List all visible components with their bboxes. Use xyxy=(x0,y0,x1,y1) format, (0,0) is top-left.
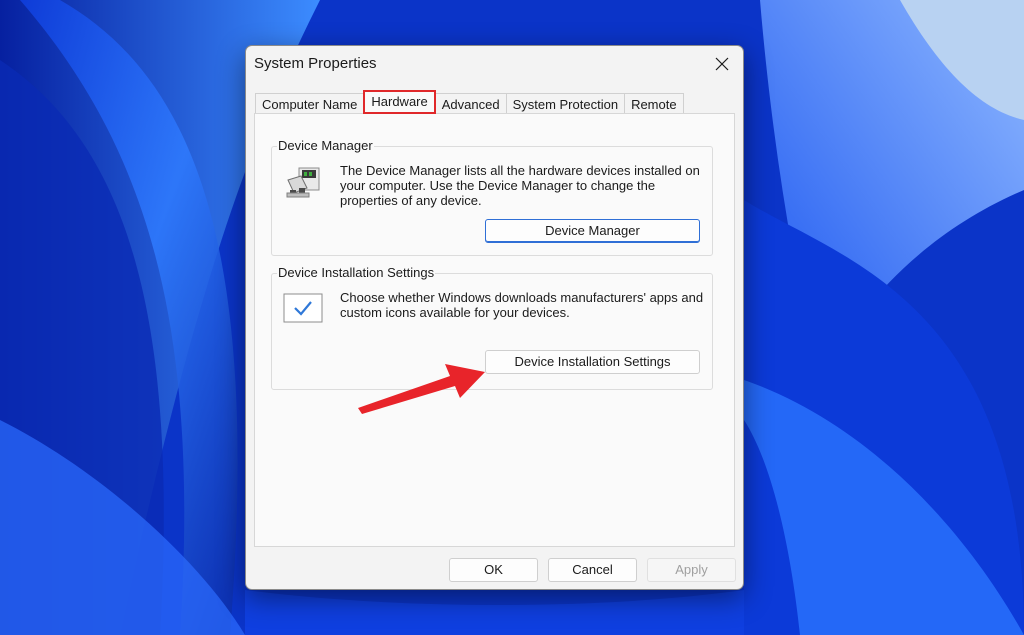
checkmark-icon xyxy=(283,293,323,323)
tab-strip: Computer Name Hardware Advanced System P… xyxy=(255,90,684,114)
device-manager-group: Device Manager The Device Manager lists … xyxy=(271,138,713,256)
dialog-title: System Properties xyxy=(254,55,377,72)
device-installation-group-label: Device Installation Settings xyxy=(277,265,436,280)
close-icon xyxy=(715,57,729,71)
device-manager-button[interactable]: Device Manager xyxy=(485,219,700,243)
hardware-tab-panel: Device Manager The Device Manager lists … xyxy=(254,113,735,547)
device-manager-description: The Device Manager lists all the hardwar… xyxy=(340,163,700,208)
title-bar[interactable]: System Properties xyxy=(246,46,743,82)
device-manager-icon xyxy=(286,167,320,198)
device-installation-settings-button[interactable]: Device Installation Settings xyxy=(485,350,700,374)
desktop: System Properties Computer Name Hardware… xyxy=(0,0,1024,635)
apply-button[interactable]: Apply xyxy=(647,558,736,582)
device-installation-description: Choose whether Windows downloads manufac… xyxy=(340,290,704,320)
system-properties-dialog: System Properties Computer Name Hardware… xyxy=(245,45,744,590)
tab-advanced[interactable]: Advanced xyxy=(434,93,507,114)
tab-remote[interactable]: Remote xyxy=(624,93,684,114)
tab-computer-name[interactable]: Computer Name xyxy=(255,93,365,114)
tab-system-protection[interactable]: System Protection xyxy=(505,93,626,114)
device-installation-group: Device Installation Settings Choose whet… xyxy=(271,265,713,390)
annotation-arrow-icon xyxy=(358,364,485,414)
tab-hardware[interactable]: Hardware xyxy=(363,90,436,114)
ok-button[interactable]: OK xyxy=(449,558,538,582)
cancel-button[interactable]: Cancel xyxy=(548,558,637,582)
close-button[interactable] xyxy=(705,50,739,78)
device-manager-group-label: Device Manager xyxy=(277,138,374,153)
